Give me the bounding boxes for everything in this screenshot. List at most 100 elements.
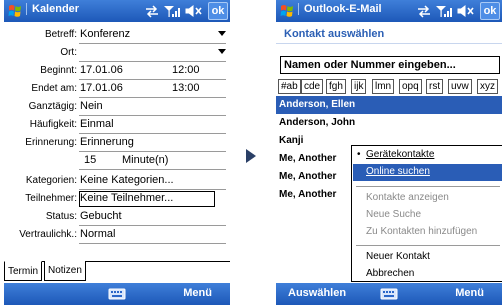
menu-item-cancel[interactable]: Abbrechen — [353, 266, 502, 283]
status-value[interactable]: Gebucht — [80, 210, 122, 222]
subject-value[interactable]: Konferenz — [80, 28, 130, 40]
start-time[interactable]: 12:00 — [172, 64, 200, 76]
status-row[interactable]: Status: Gebucht — [4, 208, 230, 226]
menu-item-new-search: Neue Suche — [353, 207, 502, 224]
field-label: Status: — [45, 211, 77, 222]
menu-item-label: Neuer Kontakt — [366, 251, 430, 262]
reminder-time-row[interactable]: 15 Minute(n) — [4, 152, 230, 170]
all-day-value[interactable]: Nein — [80, 100, 103, 112]
signal-strength-icon — [436, 6, 452, 17]
windows-flag-icon[interactable] — [7, 3, 23, 19]
start-date[interactable]: 17.01.06 — [80, 64, 123, 76]
bullet-icon: • — [357, 149, 361, 160]
attendees-row[interactable]: Teilnehmer: Keine Teilnehmer... — [4, 190, 230, 208]
connection-arrows-icon — [418, 5, 430, 18]
field-label: Beginnt: — [40, 65, 77, 76]
reminder-row[interactable]: Erinnerung: Erinnerung — [4, 134, 230, 152]
appointment-form: Betreff: Konferenz Ort: Beginnt: 17.01.0… — [4, 22, 230, 260]
underline — [79, 169, 226, 170]
attendees-value[interactable]: Keine Teilnehmer... — [80, 192, 173, 204]
end-time[interactable]: 13:00 — [172, 82, 200, 94]
menu-divider — [356, 186, 500, 187]
field-label: Häufigkeit: — [29, 119, 77, 130]
softkey-bar: Menü — [4, 283, 230, 305]
categories-row[interactable]: Kategorien: Keine Kategorien... — [4, 172, 230, 190]
keyboard-icon[interactable] — [108, 287, 126, 301]
tab-appointment[interactable]: Termin — [4, 261, 43, 281]
connection-arrows-icon — [146, 5, 158, 18]
menu-item-label: Online suchen — [366, 166, 430, 177]
sensitivity-row[interactable]: Vertraulichk.: Normal — [4, 226, 230, 244]
softkey-bar: Auswählen Menü — [276, 283, 502, 305]
menu-item-label: Gerätekontakte — [366, 149, 435, 160]
alphabet-filter-bar: #ab cde fgh ijk lmn opq rst uvw xyz — [278, 79, 502, 94]
subject-row[interactable]: Betreff: Konferenz — [4, 26, 230, 44]
list-item[interactable]: Anderson, John — [276, 114, 502, 132]
keyboard-icon[interactable] — [380, 287, 398, 301]
tab-notes[interactable]: Notizen — [44, 261, 86, 281]
letter-group[interactable]: fgh — [326, 79, 346, 94]
menu-item-device-contacts[interactable]: • Gerätekontakte — [353, 147, 502, 164]
context-menu: • Gerätekontakte Online suchen Kontakte … — [351, 145, 502, 282]
dropdown-caret-icon[interactable] — [218, 49, 226, 54]
letter-group[interactable]: opq — [399, 79, 422, 94]
contact-picker-screen: Outlook-E-Mail ok Kontakt auswählen Name… — [276, 0, 502, 305]
page-title: Kontakt auswählen — [276, 22, 502, 44]
field-label: Ort: — [60, 47, 77, 58]
letter-group[interactable]: ijk — [351, 79, 367, 94]
status-icons — [418, 5, 474, 18]
title-bar: Kalender ok — [4, 0, 230, 22]
title-bar: Outlook-E-Mail ok — [276, 0, 502, 22]
letter-group[interactable]: cde — [301, 79, 324, 94]
ends-row[interactable]: Endet am: 17.01.06 13:00 — [4, 80, 230, 98]
menu-item-online-search[interactable]: Online suchen — [353, 164, 502, 181]
list-item[interactable]: Anderson, Ellen — [276, 96, 502, 114]
location-row[interactable]: Ort: — [4, 44, 230, 62]
search-input[interactable]: Namen oder Nummer eingeben... — [280, 56, 500, 74]
letter-group[interactable]: #ab — [278, 79, 301, 94]
menu-item-add-to-contacts: Zu Kontakten hinzufügen — [353, 224, 502, 241]
reminder-value[interactable]: Erinnerung — [80, 136, 134, 148]
recurrence-row[interactable]: Häufigkeit: Einmal — [4, 116, 230, 134]
field-label: Erinnerung: — [25, 137, 77, 148]
end-date[interactable]: 17.01.06 — [80, 82, 123, 94]
menu-softkey[interactable]: Menü — [455, 287, 484, 299]
field-label: Ganztägig: — [28, 101, 77, 112]
tab-strip: Termin Notizen — [4, 261, 230, 283]
letter-group[interactable]: rst — [426, 79, 444, 94]
underline — [79, 243, 226, 244]
sensitivity-value[interactable]: Normal — [80, 228, 115, 240]
field-label: Teilnehmer: — [25, 193, 77, 204]
menu-softkey[interactable]: Menü — [183, 287, 212, 299]
speaker-icon — [457, 5, 474, 17]
dropdown-caret-icon[interactable] — [218, 31, 226, 36]
field-label: Endet am: — [31, 83, 77, 94]
recurrence-value[interactable]: Einmal — [80, 118, 114, 130]
categories-value[interactable]: Keine Kategorien... — [80, 174, 174, 186]
ok-button[interactable]: ok — [208, 2, 228, 20]
status-icons — [146, 5, 202, 18]
app-title: Kalender — [26, 3, 79, 15]
all-day-row[interactable]: Ganztägig: Nein — [4, 98, 230, 116]
letter-group[interactable]: xyz — [477, 79, 498, 94]
menu-item-new-contact[interactable]: Neuer Kontakt — [353, 249, 502, 266]
starts-row[interactable]: Beginnt: 17.01.06 12:00 — [4, 62, 230, 80]
windows-flag-icon[interactable] — [279, 3, 295, 19]
reminder-amount[interactable]: 15 — [84, 154, 96, 166]
field-label: Betreff: — [44, 29, 77, 40]
right-arrow-icon — [246, 149, 256, 163]
calendar-screen: Kalender ok Betreff: Konferenz Ort: Begi… — [4, 0, 230, 305]
letter-group[interactable]: uvw — [448, 79, 472, 94]
speaker-icon — [185, 5, 202, 17]
field-label: Vertraulichk.: — [19, 229, 77, 240]
ok-button[interactable]: ok — [480, 2, 500, 20]
menu-item-show-contacts: Kontakte anzeigen — [353, 190, 502, 207]
letter-group[interactable]: lmn — [372, 79, 395, 94]
menu-item-label: Abbrechen — [366, 268, 415, 279]
menu-item-label: Neue Suche — [366, 209, 422, 220]
select-softkey[interactable]: Auswählen — [288, 287, 346, 299]
app-title: Outlook-E-Mail — [298, 3, 382, 15]
signal-strength-icon — [164, 6, 180, 17]
menu-item-label: Zu Kontakten hinzufügen — [366, 226, 478, 237]
reminder-unit[interactable]: Minute(n) — [122, 154, 168, 166]
